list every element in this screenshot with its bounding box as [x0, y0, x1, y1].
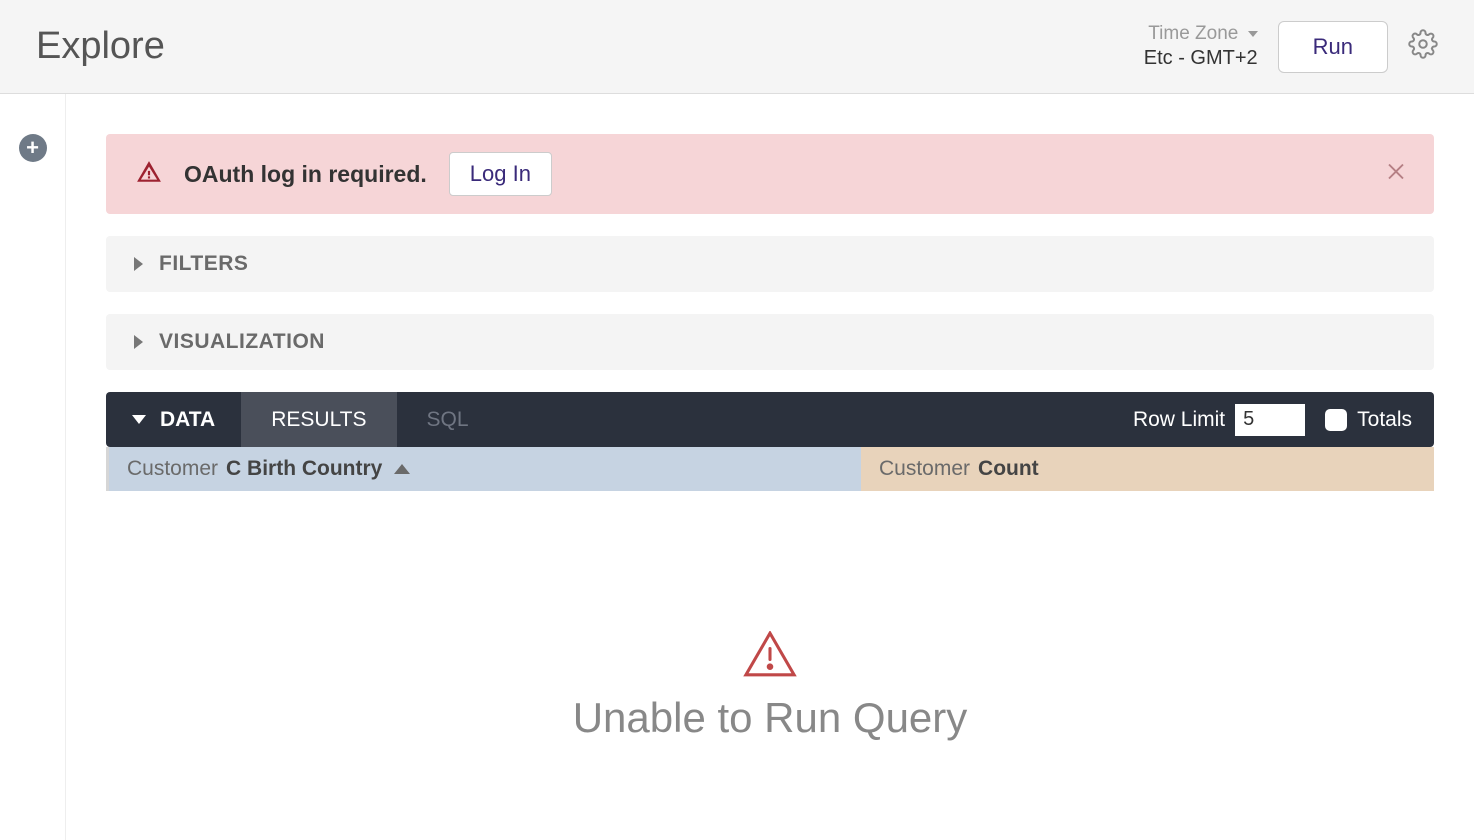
header-actions: Time Zone Etc - GMT+2 Run — [1144, 21, 1438, 73]
warning-icon — [743, 631, 797, 682]
visualization-panel[interactable]: VISUALIZATION — [106, 314, 1434, 370]
meas-prefix: Customer — [879, 457, 970, 481]
dim-field: C Birth Country — [226, 457, 382, 481]
timezone-selector[interactable]: Time Zone Etc - GMT+2 — [1144, 23, 1258, 70]
chevron-down-icon — [132, 415, 146, 424]
login-button[interactable]: Log In — [449, 152, 552, 196]
column-headers: Customer C Birth Country Customer Count — [106, 447, 1434, 491]
chevron-down-icon — [1248, 31, 1258, 37]
oauth-alert: OAuth log in required. Log In — [106, 134, 1434, 214]
page-header: Explore Time Zone Etc - GMT+2 Run — [0, 0, 1474, 94]
measure-column-header[interactable]: Customer Count — [861, 447, 1434, 491]
visualization-label: VISUALIZATION — [159, 330, 325, 354]
chevron-right-icon — [134, 257, 143, 271]
row-limit: Row Limit — [1133, 392, 1311, 447]
dimension-column-header[interactable]: Customer C Birth Country — [109, 447, 861, 491]
results-tab[interactable]: RESULTS — [241, 392, 396, 447]
checkbox-icon — [1325, 409, 1347, 431]
spacer — [499, 392, 1133, 447]
data-tab-label: DATA — [160, 408, 215, 432]
timezone-label: Time Zone — [1144, 23, 1258, 46]
filters-panel[interactable]: FILTERS — [106, 236, 1434, 292]
data-bar: DATA RESULTS SQL Row Limit Totals — [106, 392, 1434, 447]
add-icon[interactable]: + — [19, 134, 47, 162]
main-content: OAuth log in required. Log In FILTERS VI… — [66, 94, 1474, 840]
totals-label: Totals — [1357, 408, 1412, 432]
row-limit-input[interactable] — [1235, 404, 1305, 436]
alert-message: OAuth log in required. — [184, 161, 427, 188]
sort-asc-icon — [394, 464, 410, 474]
close-icon[interactable] — [1382, 158, 1410, 191]
meas-field: Count — [978, 457, 1039, 481]
sql-tab[interactable]: SQL — [397, 392, 499, 447]
totals-toggle[interactable]: Totals — [1311, 392, 1434, 447]
timezone-value: Etc - GMT+2 — [1144, 46, 1258, 70]
body-area: + OAuth log in required. Log In FILTERS … — [0, 94, 1474, 840]
warning-icon — [136, 159, 162, 190]
empty-state: Unable to Run Query — [106, 631, 1434, 742]
data-tab[interactable]: DATA — [106, 392, 241, 447]
dim-prefix: Customer — [127, 457, 218, 481]
chevron-right-icon — [134, 335, 143, 349]
timezone-label-text: Time Zone — [1148, 23, 1238, 44]
page-title: Explore — [36, 25, 165, 68]
row-limit-label: Row Limit — [1133, 408, 1225, 432]
run-button[interactable]: Run — [1278, 21, 1388, 73]
left-rail: + — [0, 94, 66, 840]
empty-state-text: Unable to Run Query — [106, 694, 1434, 742]
filters-label: FILTERS — [159, 252, 248, 276]
gear-icon[interactable] — [1408, 29, 1438, 64]
